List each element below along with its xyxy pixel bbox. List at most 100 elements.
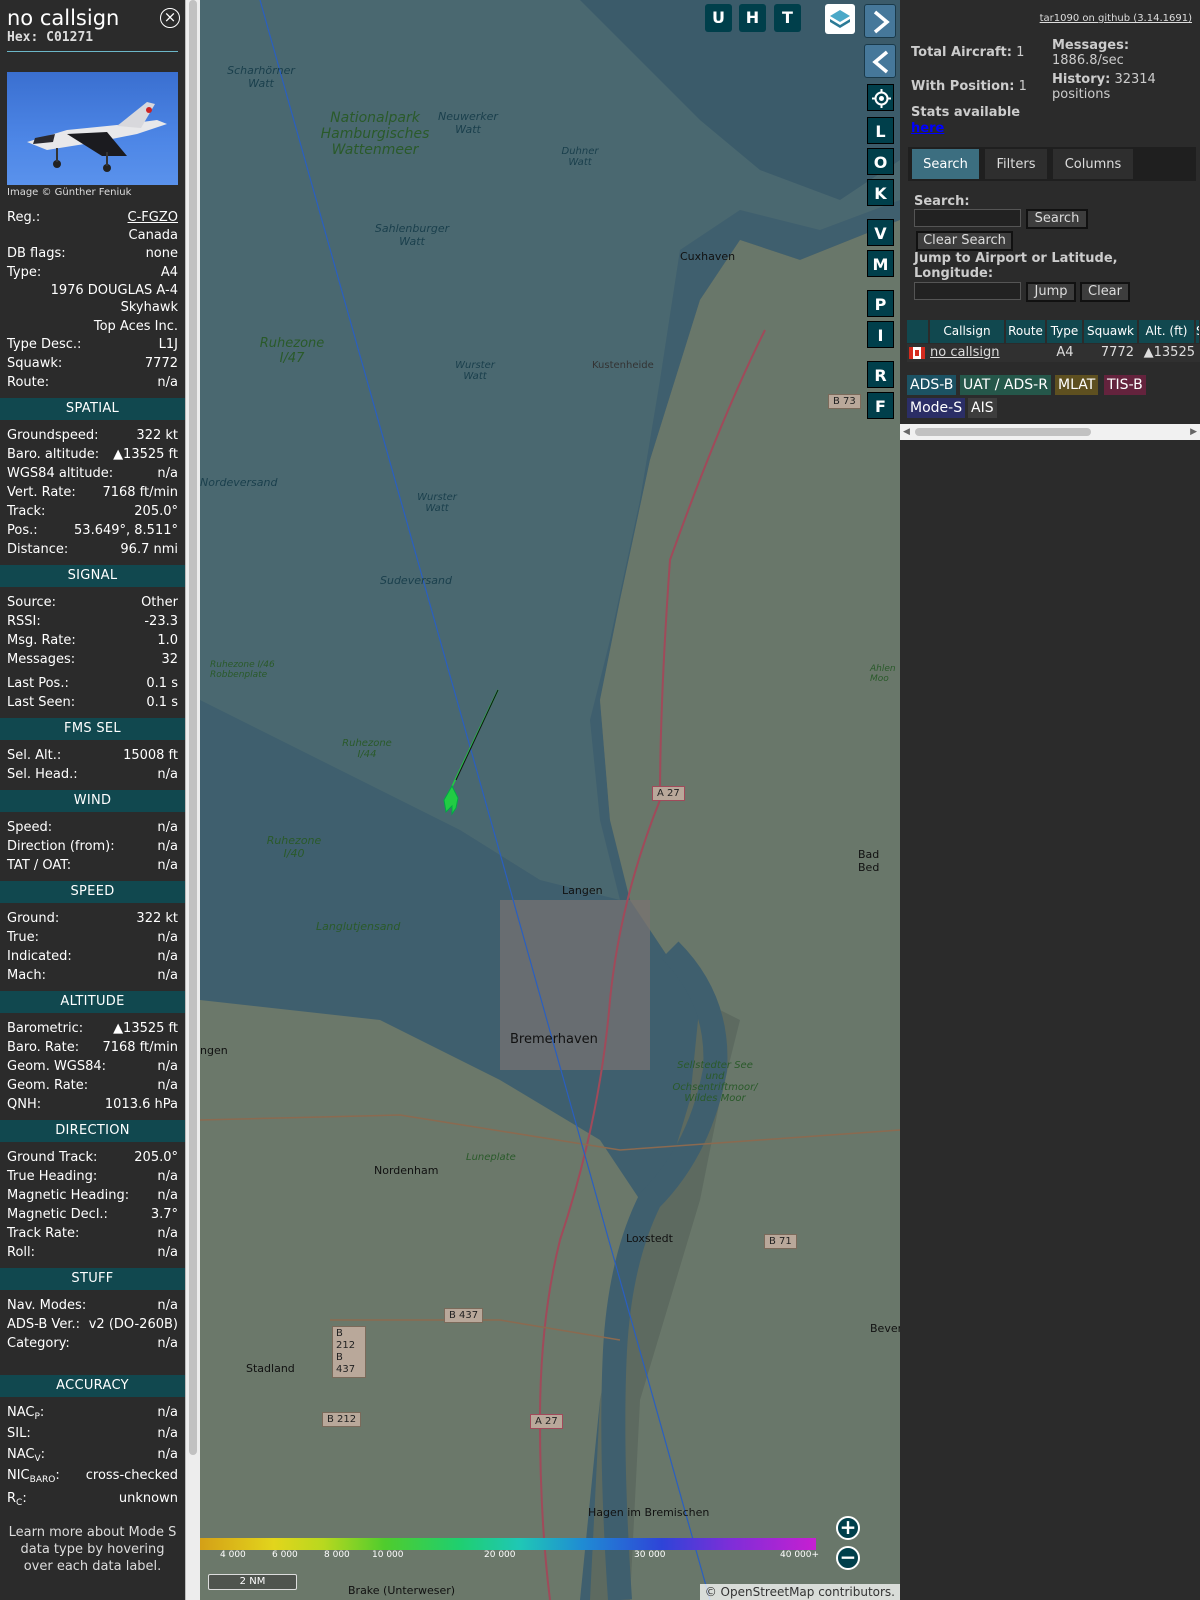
tab-columns[interactable]: Columns [1052,148,1134,180]
search-button[interactable]: Search [1026,209,1088,229]
map-label-ahlen: Ahlen Moo [870,664,896,684]
expand-right-button[interactable] [864,4,896,38]
toggle-t-button[interactable]: T [774,4,801,32]
info-label: Baro. altitude: [7,447,100,462]
scrollbar-thumb[interactable] [189,0,197,1455]
col-speed[interactable]: S [1196,320,1200,343]
altitude-tick-10000: 10 000 [372,1550,404,1560]
nacp-label-text: NAC [7,1405,35,1420]
toggle-k-button[interactable]: K [867,179,894,206]
map-view[interactable]: Scharhörner Watt Nationalpark Hamburgisc… [200,0,900,1600]
zoom-out-button[interactable]: − [836,1546,860,1570]
with-position-value: 1 [1018,79,1027,94]
toggle-i-button[interactable]: I [867,321,894,348]
reg-link[interactable]: C-FGZO [128,208,178,227]
toggle-f-button[interactable]: F [867,392,894,419]
col-callsign[interactable]: Callsign [930,320,1005,343]
github-link[interactable]: tar1090 on github (3.14.1691) [1040,13,1192,24]
list-horizontal-scrollbar[interactable]: ◀ ▶ [900,424,1200,440]
tab-search[interactable]: Search [911,148,980,180]
search-input[interactable] [914,209,1021,227]
info-row: Vert. Rate: 7168 ft/min [0,483,185,502]
info-row: Sel. Alt.: 15008 ft [0,746,185,765]
badge-adsb: ADS-B [907,375,957,395]
left-panel-scrollbar[interactable] [185,0,200,1600]
zoom-in-button[interactable]: + [836,1516,860,1540]
typedesc-value: L1J [158,337,178,352]
nacv-label-text: NAC [7,1447,35,1462]
toggle-m-button[interactable]: M [867,250,894,277]
nicbaro-row: NICBARO: cross-checked [0,1466,185,1489]
scrollbar-thumb[interactable] [915,428,1091,436]
map-label-duhner: Duhner Watt [561,146,599,168]
info-label: QNH: [7,1097,42,1112]
nacv-value: n/a [157,1447,178,1462]
toggle-h-button[interactable]: H [739,4,766,32]
info-value: n/a [157,767,178,782]
road-badge-a27-1: A 27 [652,786,685,801]
info-row: Speed: n/a [0,818,185,837]
history-value: 32314 [1114,72,1156,87]
map-label-sahlenburger: Sahlenburger Watt [374,222,450,248]
toggle-p-button[interactable]: P [867,290,894,317]
info-row: Nav. Modes: n/a [0,1296,185,1315]
model-line-1: 1976 DOUGLAS A-4 [50,283,178,298]
info-value: n/a [157,858,178,873]
stats-link[interactable]: here [911,121,944,136]
clear-jump-button[interactable]: Clear [1080,282,1130,302]
info-row: RSSI: -23.3 [0,612,185,631]
info-label: Magnetic Decl.: [7,1207,108,1222]
info-label: Mach: [7,968,46,983]
jump-input[interactable] [914,282,1021,300]
total-aircraft-value: 1 [1016,45,1025,60]
info-value: v2 (DO-260B) [88,1317,178,1332]
toggle-u-button[interactable]: U [705,4,732,32]
toggle-l-button[interactable]: L [867,117,894,144]
info-label: Geom. WGS84: [7,1059,107,1074]
map-label-langlutjensand: Langlutjensand [316,920,401,933]
tab-filters[interactable]: Filters [984,148,1048,180]
map-label-ruhezone-44: Ruhezone I/44 [342,738,392,760]
map-label-scharhorner: Scharhörner Watt [227,64,295,90]
close-icon[interactable]: × [160,8,180,28]
section-spatial: SPATIAL [0,398,185,420]
info-label: Roll: [7,1245,36,1260]
clear-search-button[interactable]: Clear Search [916,231,1013,251]
info-value: 1013.6 hPa [104,1097,178,1112]
settings-button[interactable] [867,84,894,111]
layers-button[interactable] [825,4,855,34]
info-value: n/a [157,1169,178,1184]
rc-row: RC: unknown [0,1489,185,1510]
info-value: 205.0° [134,1150,178,1165]
toggle-v-button[interactable]: V [867,219,894,246]
road-badge-b73: B 73 [828,394,861,409]
info-label: Msg. Rate: [7,633,76,648]
info-value: ▲13525 ft [113,447,178,462]
type-value: A4 [160,265,178,280]
toggle-o-button[interactable]: O [867,148,894,175]
info-value: n/a [157,466,178,481]
info-label: Source: [7,595,57,610]
scroll-right-icon[interactable]: ▶ [1190,427,1197,437]
aircraft-photo[interactable] [7,72,178,185]
col-squawk[interactable]: Squawk [1084,320,1138,343]
info-value: n/a [157,968,178,983]
section-altitude: ALTITUDE [0,991,185,1013]
col-type[interactable]: Type [1047,320,1083,343]
history-unit: positions [1052,87,1111,102]
nicbaro-label-text: NIC [7,1468,30,1483]
map-attribution[interactable]: © OpenStreetMap contributors. [699,1584,900,1600]
col-altitude[interactable]: Alt. (ft) [1139,320,1195,343]
row-callsign[interactable]: no callsign [930,345,1000,361]
collapse-left-button[interactable] [864,44,896,78]
map-label-stadland: Stadland [246,1362,295,1375]
jump-button[interactable]: Jump [1026,282,1076,302]
info-value: 1.0 [157,633,178,648]
col-route[interactable]: Route [1006,320,1046,343]
info-label: Direction (from): [7,839,115,854]
toggle-r-button[interactable]: R [867,361,894,388]
info-row: WGS84 altitude: n/a [0,464,185,483]
scroll-left-icon[interactable]: ◀ [903,427,910,437]
info-value: 7168 ft/min [102,485,178,500]
info-value: 205.0° [134,504,178,519]
